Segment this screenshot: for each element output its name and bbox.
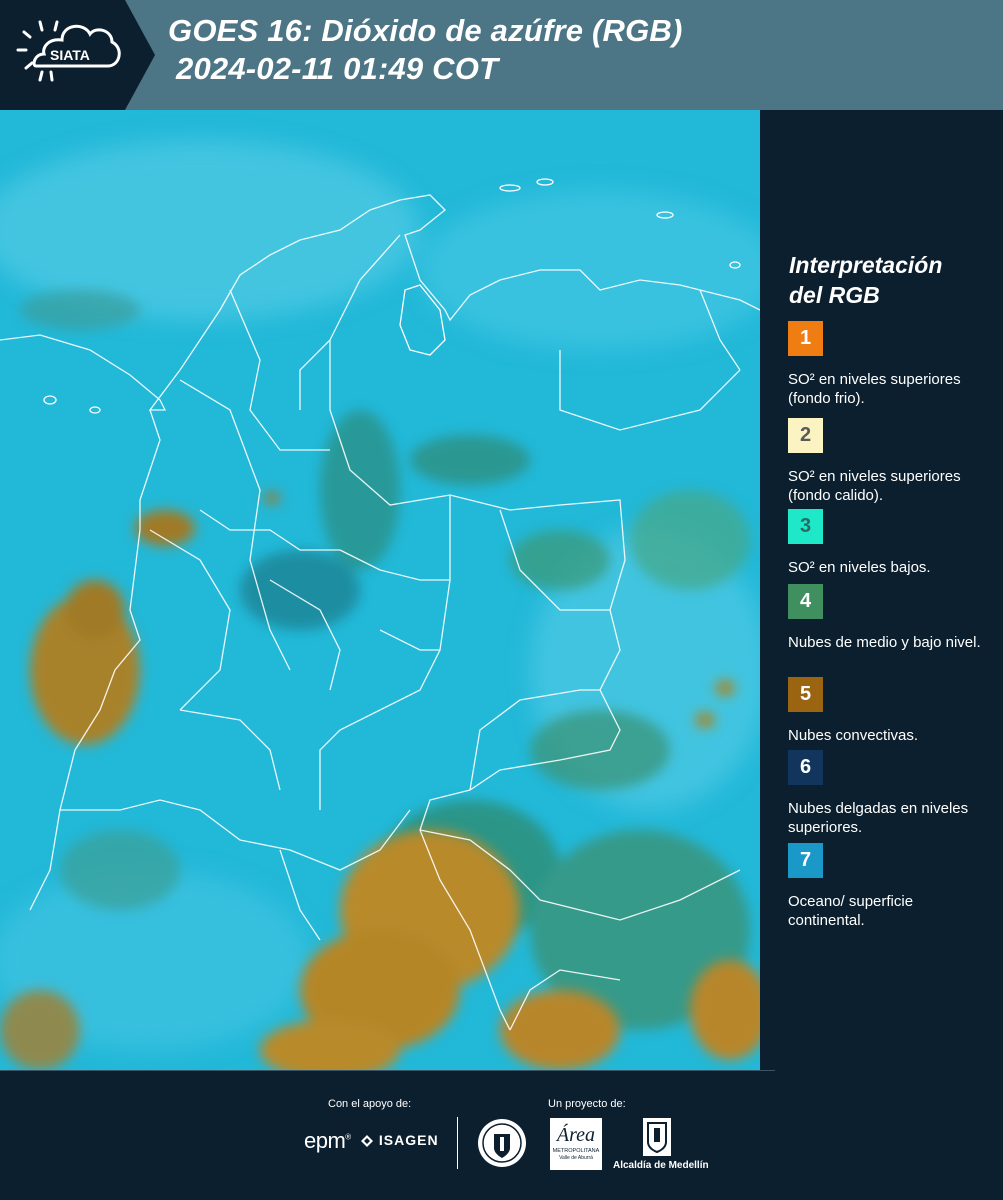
legend-title-line-1: Interpretación: [789, 252, 943, 278]
isagen-logo-text: ISAGEN: [378, 1132, 439, 1148]
legend-panel: Interpretación del RGB 1 SO² en niveles …: [760, 110, 1003, 1070]
legend-number: 3: [799, 515, 812, 537]
alcaldia-shield-icon: [643, 1118, 671, 1156]
legend-text: Nubes de medio y bajo nivel.: [788, 634, 981, 651]
isagen-logo: ISAGEN: [360, 1132, 439, 1148]
legend-text: Nubes delgadas en niveles superiores.: [788, 800, 969, 836]
legend-swatch: 2: [788, 418, 823, 453]
legend-item-7: 7 Oceano/ superficie continental.: [788, 843, 988, 930]
legend-item-1: 1 SO² en niveles superiores (fondo frio)…: [788, 321, 988, 408]
alcaldia-logo-text: Alcaldía de Medellín: [613, 1160, 709, 1171]
medellin-seal-icon: [477, 1118, 527, 1168]
epm-logo: epm®: [304, 1128, 351, 1153]
area-logo-small: METROPOLITANA: [552, 1148, 600, 1154]
legend-text: SO² en niveles bajos.: [788, 559, 931, 576]
legend-item-3: 3 SO² en niveles bajos.: [788, 509, 988, 577]
legend-number: 5: [799, 683, 812, 705]
logo-text: SIATA: [50, 47, 90, 63]
legend-swatch: 7: [788, 843, 823, 878]
legend-title: Interpretación del RGB: [789, 250, 942, 310]
area-metropolitana-logo: Área METROPOLITANA Valle de Aburrá: [550, 1118, 602, 1170]
siata-logo: SIATA: [0, 0, 155, 110]
legend-swatch: 3: [788, 509, 823, 544]
legend-text: SO² en niveles superiores (fondo frio).: [788, 371, 961, 407]
legend-number: 7: [799, 849, 812, 871]
legend-item-6: 6 Nubes delgadas en niveles superiores.: [788, 750, 988, 837]
satellite-map: [0, 110, 760, 1070]
legend-number: 1: [799, 327, 812, 349]
legend-number: 2: [799, 424, 812, 446]
legend-text: SO² en niveles superiores (fondo calido)…: [788, 468, 961, 504]
legend-swatch: 6: [788, 750, 823, 785]
legend-item-5: 5 Nubes convectivas.: [788, 677, 988, 745]
legend-number: 6: [799, 756, 812, 778]
legend-swatch: 5: [788, 677, 823, 712]
isagen-icon: [360, 1134, 374, 1148]
page-title: GOES 16: Dióxido de azúfre (RGB) 2024-02…: [168, 12, 683, 88]
legend-number: 4: [799, 590, 812, 612]
legend-text: Oceano/ superficie continental.: [788, 893, 914, 929]
legend-swatch: 4: [788, 584, 823, 619]
legend-text: Nubes convectivas.: [788, 727, 919, 744]
legend-swatch: 1: [788, 321, 823, 356]
footer: Con el apoyo de: Un proyecto de: epm® IS…: [0, 1070, 1003, 1200]
legend-item-4: 4 Nubes de medio y bajo nivel.: [788, 584, 988, 652]
area-logo-small-2: Valle de Aburrá: [559, 1155, 593, 1161]
epm-logo-text: epm: [304, 1128, 346, 1153]
support-label: Con el apoyo de:: [328, 1098, 412, 1110]
project-label: Un proyecto de:: [548, 1098, 626, 1110]
title-line-1: GOES 16: Dióxido de azúfre (RGB): [168, 13, 683, 48]
footer-vertical-divider: [457, 1117, 458, 1169]
footer-divider-line: [0, 1070, 775, 1071]
legend-title-line-2: del RGB: [789, 282, 880, 308]
area-logo-script: Área: [556, 1124, 596, 1146]
title-line-2: 2024-02-11 01:49 COT: [176, 51, 499, 86]
header-bar: SIATA GOES 16: Dióxido de azúfre (RGB) 2…: [0, 0, 1003, 110]
legend-item-2: 2 SO² en niveles superiores (fondo calid…: [788, 418, 988, 509]
